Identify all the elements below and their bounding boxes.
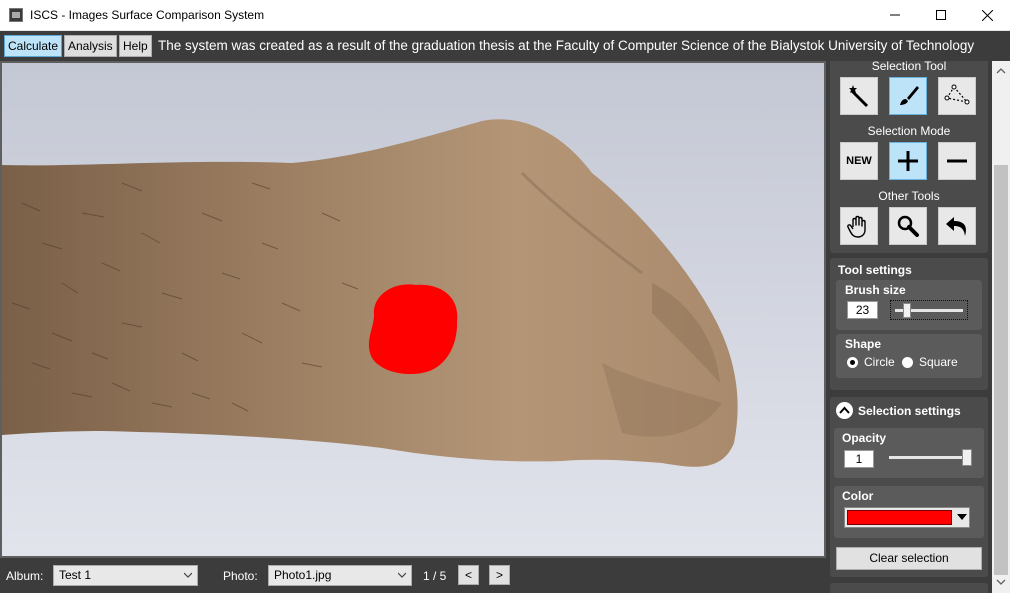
image-canvas[interactable] (0, 61, 826, 558)
app-icon (9, 8, 23, 22)
minimize-icon (890, 14, 900, 16)
subtract-selection-button[interactable] (938, 142, 976, 180)
side-panel-scrollbar[interactable] (992, 61, 1010, 593)
undo-icon (946, 217, 966, 236)
album-select[interactable]: Test 1 (53, 565, 198, 586)
color-box: Color (834, 486, 984, 538)
info-text: The system was created as a result of th… (158, 38, 975, 53)
slider-thumb[interactable] (903, 303, 911, 318)
chevron-up-icon (839, 406, 850, 414)
opacity-label: Opacity (842, 431, 887, 445)
magic-wand-icon (849, 85, 869, 108)
brush-icon (900, 86, 919, 105)
brush-size-input[interactable]: 23 (847, 301, 878, 319)
close-icon (981, 9, 993, 21)
close-button[interactable] (964, 0, 1010, 30)
next-section-box (830, 583, 988, 593)
album-value: Test 1 (59, 568, 92, 582)
maximize-icon (936, 10, 946, 20)
magic-wand-button[interactable] (840, 77, 878, 115)
brush-size-label: Brush size (845, 283, 906, 297)
magnifier-icon (897, 215, 919, 237)
new-selection-button[interactable]: NEW (840, 142, 878, 180)
help-button[interactable]: Help (119, 35, 152, 57)
shape-label: Shape (845, 337, 882, 351)
tool-settings-box: Tool settings Brush size 23 Shape Circle… (830, 258, 988, 390)
photo-value: Photo1.jpg (274, 568, 332, 582)
title-bar: ISCS - Images Surface Comparison System (0, 0, 1010, 31)
chevron-down-icon (957, 514, 967, 520)
next-photo-button[interactable]: > (489, 565, 510, 585)
minimize-button[interactable] (872, 0, 918, 30)
color-swatch (847, 510, 952, 525)
other-tools-label: Other Tools (878, 189, 940, 203)
color-picker[interactable] (844, 507, 970, 528)
selection-tool-label: Selection Tool (871, 61, 947, 73)
shape-box: Shape Circle Square (836, 334, 982, 378)
tool-settings-title: Tool settings (838, 263, 912, 277)
scroll-down-icon[interactable] (996, 577, 1006, 587)
new-label: NEW (846, 155, 872, 167)
page-indicator: 1 / 5 (423, 569, 447, 583)
square-label: Square (919, 355, 958, 369)
side-panel: Selection Tool Selection Mode NEW Other … (826, 61, 992, 593)
brush-button[interactable] (889, 77, 927, 115)
circle-label: Circle (864, 355, 895, 369)
color-label: Color (842, 489, 874, 503)
brush-size-slider[interactable] (890, 300, 968, 320)
photo-label: Photo: (223, 569, 258, 583)
opacity-slider-thumb[interactable] (962, 449, 972, 466)
add-selection-button[interactable] (889, 142, 927, 180)
hand-icon (847, 215, 866, 238)
bottom-bar: Album: Test 1 Photo: Photo1.jpg 1 / 5 < … (0, 558, 826, 593)
polygon-selection-button[interactable] (938, 77, 976, 115)
square-radio[interactable] (902, 357, 913, 368)
menu-bar: Calculate Analysis Help The system was c… (0, 31, 1010, 61)
maximize-button[interactable] (918, 0, 964, 30)
opacity-slider-track[interactable] (889, 456, 969, 459)
clear-selection-button[interactable]: Clear selection (836, 547, 982, 570)
photo-select[interactable]: Photo1.jpg (268, 565, 412, 586)
album-label: Album: (6, 569, 44, 583)
calculate-button[interactable]: Calculate (4, 35, 63, 57)
circle-radio[interactable] (847, 357, 858, 368)
collapse-button[interactable] (836, 402, 853, 419)
scroll-thumb[interactable] (994, 165, 1008, 575)
prev-photo-button[interactable]: < (458, 565, 479, 585)
opacity-input[interactable]: 1 (844, 450, 874, 468)
chevron-down-icon (398, 572, 406, 578)
selection-settings-title: Selection settings (858, 404, 961, 418)
selection-mode-label: Selection Mode (867, 124, 951, 138)
brush-size-box: Brush size 23 (836, 280, 982, 330)
scroll-up-icon[interactable] (996, 66, 1006, 76)
chevron-down-icon (184, 572, 192, 578)
window-title: ISCS - Images Surface Comparison System (30, 8, 265, 22)
polygon-icon (944, 84, 970, 105)
opacity-box: Opacity 1 (834, 428, 984, 478)
tools-box: Selection Tool Selection Mode NEW Other … (830, 61, 988, 253)
undo-button[interactable] (938, 207, 976, 245)
zoom-tool-button[interactable] (889, 207, 927, 245)
photo-image (2, 63, 824, 556)
minus-icon (947, 159, 967, 163)
selection-settings-box: Selection settings Opacity 1 Color Clear… (830, 397, 988, 577)
plus-icon (898, 151, 918, 171)
hand-tool-button[interactable] (840, 207, 878, 245)
analysis-button[interactable]: Analysis (64, 35, 117, 57)
